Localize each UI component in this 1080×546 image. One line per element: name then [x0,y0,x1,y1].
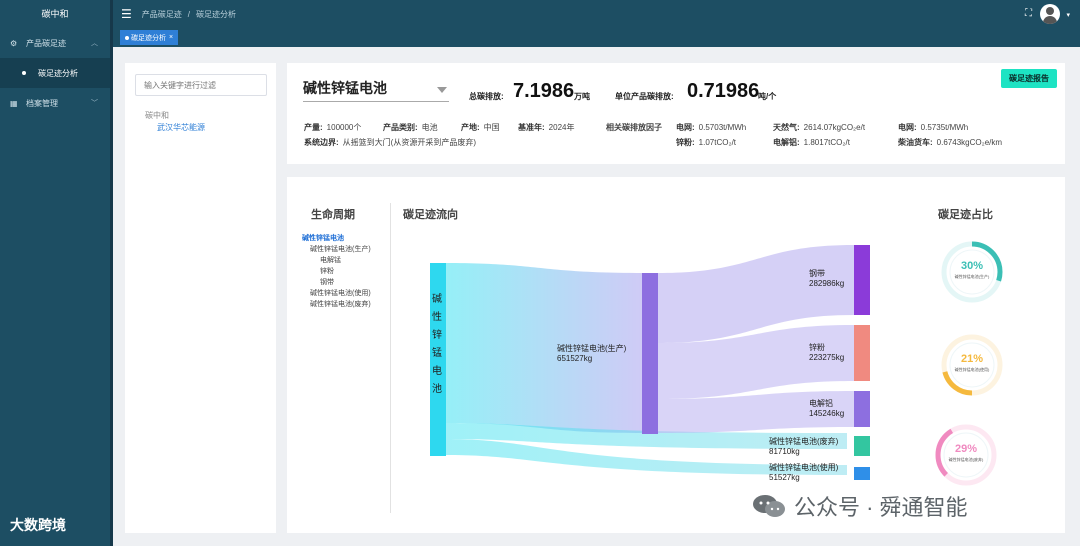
dropdown-arrow-icon [437,87,447,93]
sankey-label-steel: 钢带 282986kg [809,269,845,288]
caret-down-icon[interactable]: ▾ [1066,11,1070,19]
share-label: 碱性锌锰电池(废弃) [948,457,984,462]
tab-label: 碳足迹分析 [131,34,166,42]
share-label: 碱性锌锰电池(使用) [954,367,990,372]
share-pie-disposal: 29% 碱性锌锰电池(废弃) [933,422,999,488]
sidebar-item-product-footprint[interactable]: ⚙ 产品碳足迹 ︿ [0,28,110,58]
share-pie-use: 21% 碱性锌锰电池(使用) [939,332,1005,398]
unit-emission-value: 0.71986 [687,80,760,102]
sankey-node-zinc [854,325,870,381]
product-select-value: 碱性锌锰电池 [303,80,387,96]
analysis-card: 生命周期 碳足迹流向 碳足迹占比 碱性锌锰电池 碱性锌锰电池(生产) 电解锰 锌… [287,177,1065,533]
chevron-up-icon: ︿ [91,40,98,47]
avatar[interactable] [1040,4,1060,24]
tab-bar: 碳足迹分析 × [113,28,1080,47]
sankey-node-use [854,467,870,480]
tree-node-child[interactable]: 武汉华芯能源 [157,122,205,133]
sankey-label-zinc: 锌粉 223275kg [809,343,845,362]
share-pie-production: 30% 碱性锌锰电池(生产) [939,239,1005,305]
sankey-node-disposal [854,436,870,456]
meta-base-year: 基准年: 2024年 [518,123,575,132]
product-select[interactable]: 碱性锌锰电池 [303,77,449,102]
tab-footprint-analysis[interactable]: 碳足迹分析 × [120,30,179,45]
share-pct: 29% [954,443,978,455]
factor-item: 电网: 0.5735t/MWh [898,123,969,132]
total-emission-label: 总碳排放: [469,92,504,101]
close-icon[interactable]: × [169,34,173,41]
sankey-node-steel [854,245,870,315]
tree-filter-input[interactable] [135,74,267,96]
meta-output: 产量: 100000个 [304,123,362,132]
tree-node-root[interactable]: 碳中和 [145,110,169,121]
factor-item: 锌粉: 1.07tCO₂/t [676,138,737,147]
factor-item: 柴油货车: 0.6743kgCO₂e/km [898,138,1003,147]
share-pct: 21% [960,353,984,365]
sankey-label-disposal: 碱性锌锰电池(废弃) 81710kg [769,437,839,456]
breadcrumb-item[interactable]: 产品碳足迹 [142,9,182,20]
breadcrumb-item: 碳足迹分析 [196,9,236,19]
meta-origin: 产地: 中国 [461,123,500,132]
factor-item: 电解铝: 1.8017tCO₂/t [773,138,850,147]
sankey-source-label: 碱性锌锰电池 [432,294,442,395]
factors-label: 相关碳排放因子 [606,123,662,132]
factor-item: 电网: 0.5703t/MWh [676,123,747,132]
tree-panel: 碳中和 武汉华芯能源 [125,63,276,533]
menu-toggle-icon[interactable]: ☰ [121,7,132,21]
unit-emission-unit: 吨/个 [758,92,777,101]
report-button[interactable]: 碳足迹报告 [1001,69,1057,88]
meta-boundary: 系统边界: 从摇篮到大门(从资源开采到产品废弃) [304,138,476,147]
app-brand: 碳中和 [41,9,69,19]
fullscreen-icon[interactable]: ⛶ [1025,8,1032,19]
sankey-node-aluminum [854,391,870,427]
active-dot-icon [125,35,129,40]
sidebar-item-footprint-analysis[interactable]: 碳足迹分析 [0,58,110,88]
watermark-right: 公众号 · 舜通智能 [752,490,968,522]
sankey-node-production [642,273,658,434]
total-emission-value: 7.1986 [513,80,575,102]
sidebar-item-label: 碳足迹分析 [38,68,78,78]
sidebar-item-archive[interactable]: ▦ 档案管理 ﹀ [0,88,110,118]
watermark-left: 大数跨境 [10,517,66,533]
top-bar: ☰ 产品碳足迹 / 碳足迹分析 ⛶ ▾ [113,0,1080,28]
total-emission-unit: 万吨 [574,92,590,101]
wechat-icon [753,495,785,517]
share-label: 碱性锌锰电池(生产) [954,274,990,279]
sankey-label-aluminum: 电解铝 145246kg [809,399,845,418]
meta-category: 产品类别: 电池 [383,123,438,132]
sankey-label-use: 碱性锌锰电池(使用) 51527kg [769,463,839,482]
settings-icon: ⚙ [10,38,18,48]
breadcrumb-separator: / [187,9,190,19]
share-pct: 30% [960,260,984,272]
sidebar: 碳中和 ⚙ 产品碳足迹 ︿ 碳足迹分析 ▦ 档案管理 ﹀ [0,0,113,546]
archive-icon: ▦ [10,98,18,108]
chevron-down-icon: ﹀ [91,100,98,107]
unit-emission-label: 单位产品碳排放: [615,92,674,101]
factor-item: 天然气: 2614.07kgCO₂e/t [773,123,866,132]
sankey-label-production: 碱性锌锰电池(生产) 651527kg [557,344,627,363]
sidebar-item-label: 档案管理 [26,98,58,108]
sidebar-item-label: 产品碳足迹 [26,38,66,48]
summary-card: 碱性锌锰电池 总碳排放: 7.1986 万吨 单位产品碳排放: 0.71986 … [287,63,1065,164]
